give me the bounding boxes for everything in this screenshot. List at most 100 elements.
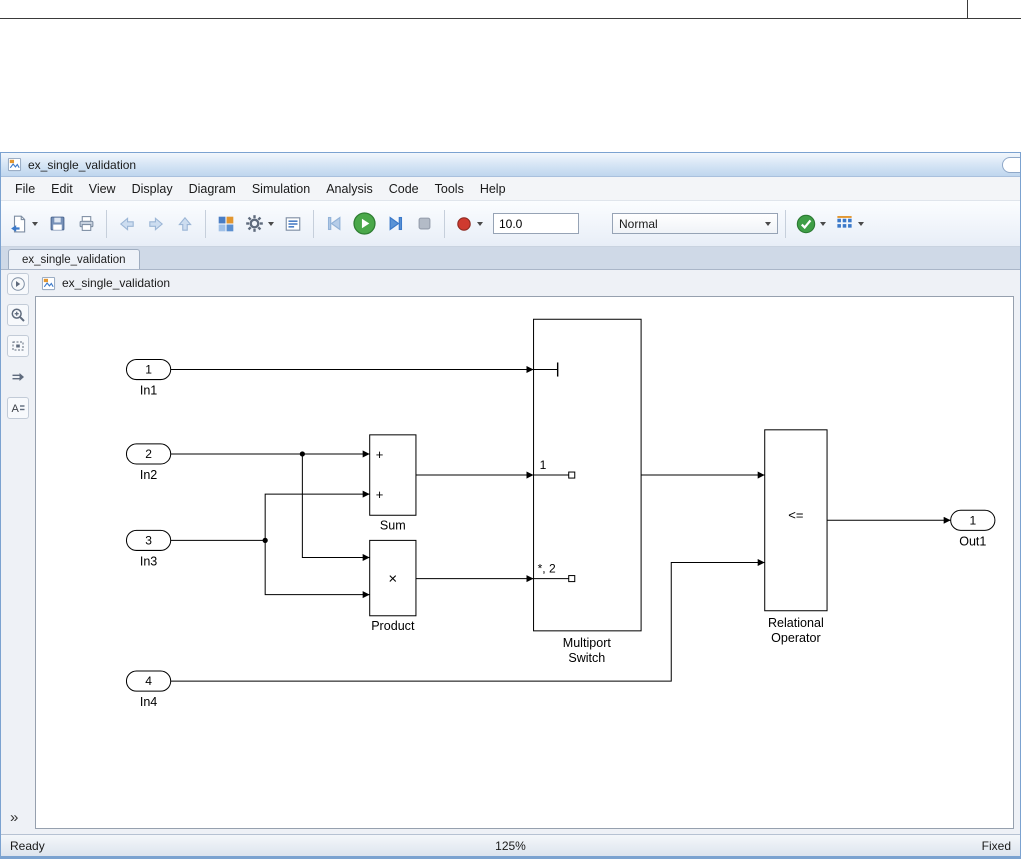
block-label: Out1 — [959, 534, 986, 548]
run-button[interactable] — [350, 208, 379, 240]
show-perspectives-button[interactable] — [7, 366, 29, 388]
simulation-mode-dropdown[interactable]: Normal — [612, 213, 778, 234]
back-button[interactable] — [114, 208, 140, 240]
block-product[interactable]: × Product — [369, 539, 417, 633]
status-bar: Ready 125% Fixed — [1, 834, 1020, 856]
svg-text:2: 2 — [145, 447, 152, 461]
block-label: Multiport — [563, 636, 612, 650]
block-label: Sum — [380, 518, 406, 532]
block-in1[interactable]: 1 In1 — [125, 358, 172, 398]
wire-in4-to-relop[interactable] — [170, 558, 765, 682]
svg-text:+: + — [376, 487, 384, 502]
status-zoom-level: 125% — [495, 838, 526, 853]
library-browser-button[interactable] — [213, 208, 239, 240]
forward-button[interactable] — [143, 208, 169, 240]
block-sum[interactable]: + + Sum — [369, 434, 417, 532]
menu-code[interactable]: Code — [381, 179, 427, 199]
port-marker — [568, 575, 576, 583]
branch-dot — [299, 451, 305, 457]
toolbar-separator — [205, 209, 206, 238]
step-back-button[interactable] — [321, 208, 347, 240]
toolbar: Normal — [1, 201, 1020, 247]
block-in3[interactable]: 3 In3 — [125, 529, 172, 569]
block-label: In3 — [140, 555, 157, 569]
workspace: A » ex_single_validation 1 In1 2 In2 3 I… — [1, 270, 1020, 834]
model-settings-button[interactable] — [242, 208, 277, 240]
model-explorer-icon — [285, 216, 301, 231]
save-button[interactable] — [44, 208, 70, 240]
wire-in2-branch-to-product[interactable] — [301, 453, 370, 561]
svg-text:<=: <= — [788, 507, 803, 522]
new-model-button[interactable] — [7, 208, 41, 240]
wire-in3-to-sum[interactable] — [264, 490, 370, 541]
up-to-parent-button[interactable] — [172, 208, 198, 240]
run-icon — [353, 212, 376, 235]
simulation-mode-value: Normal — [619, 216, 658, 231]
block-label: Product — [371, 619, 415, 633]
model-advisor-button[interactable] — [793, 208, 829, 240]
window-title: ex_single_validation — [28, 157, 137, 172]
simulation-stop-time-input[interactable] — [493, 213, 579, 234]
record-icon — [457, 216, 471, 231]
zoom-button[interactable] — [7, 304, 29, 326]
block-label: Relational — [768, 616, 824, 630]
block-label: In1 — [140, 384, 157, 398]
save-icon — [50, 216, 64, 231]
block-out1[interactable]: 1 Out1 — [950, 509, 996, 548]
page-border-rule — [0, 18, 1021, 19]
block-relational-operator[interactable]: <= Relational Operator — [764, 429, 828, 645]
menu-view[interactable]: View — [81, 179, 124, 199]
library-browser-icon — [218, 216, 234, 231]
block-diagram: 1 In1 2 In2 3 In3 4 In4 + + Sum × Produc… — [125, 318, 996, 709]
model-file-icon — [7, 157, 22, 172]
menu-analysis[interactable]: Analysis — [318, 179, 381, 199]
breadcrumb[interactable]: ex_single_validation — [35, 270, 1014, 296]
simulink-window: ex_single_validation File Edit View Disp… — [0, 152, 1021, 859]
svg-text:1: 1 — [145, 363, 152, 377]
new-model-icon — [11, 215, 26, 232]
block-in2[interactable]: 2 In2 — [125, 443, 172, 482]
block-label: Switch — [568, 651, 605, 665]
menu-tools[interactable]: Tools — [427, 179, 472, 199]
menu-simulation[interactable]: Simulation — [244, 179, 318, 199]
chevron-down-icon — [858, 221, 864, 226]
svg-text:3: 3 — [145, 533, 152, 547]
block-multiport-switch[interactable]: 1 *, 2 Multiport Switch — [533, 318, 642, 665]
stop-button[interactable] — [411, 208, 437, 240]
menu-diagram[interactable]: Diagram — [181, 179, 244, 199]
page: ex_single_validation File Edit View Disp… — [0, 0, 1021, 859]
double-arrow-right-icon — [12, 373, 24, 381]
svg-text:1: 1 — [540, 458, 547, 472]
block-label: Operator — [771, 631, 821, 645]
print-icon — [79, 216, 93, 231]
green-check-icon — [796, 214, 816, 233]
tab-ex-single-validation[interactable]: ex_single_validation — [8, 249, 140, 269]
model-explorer-button[interactable] — [280, 208, 306, 240]
menu-display[interactable]: Display — [124, 179, 181, 199]
svg-text:1: 1 — [969, 513, 976, 527]
step-forward-icon — [389, 216, 402, 231]
content-area: ex_single_validation 1 In1 2 In2 3 In3 4… — [35, 270, 1020, 834]
tab-bar: ex_single_validation — [1, 247, 1020, 270]
annotation-button[interactable]: A — [7, 397, 29, 419]
menu-help[interactable]: Help — [472, 179, 514, 199]
svg-text:4: 4 — [145, 674, 152, 688]
block-in4[interactable]: 4 In4 — [125, 670, 172, 709]
menu-edit[interactable]: Edit — [43, 179, 81, 199]
menu-bar: File Edit View Display Diagram Simulatio… — [1, 177, 1020, 201]
print-button[interactable] — [73, 208, 99, 240]
record-button[interactable] — [452, 208, 486, 240]
toolbar-separator — [106, 209, 107, 238]
diagram-canvas[interactable]: 1 In1 2 In2 3 In3 4 In4 + + Sum × Produc… — [35, 296, 1014, 829]
menu-file[interactable]: File — [7, 179, 43, 199]
back-arrow-icon — [119, 216, 134, 231]
build-button[interactable] — [832, 208, 867, 240]
hide-model-browser-button[interactable] — [7, 273, 29, 295]
titlebar-search-box[interactable] — [1002, 157, 1020, 173]
fit-to-view-button[interactable] — [7, 335, 29, 357]
up-arrow-icon — [178, 216, 192, 231]
step-forward-button[interactable] — [382, 208, 408, 240]
palette-expand-chevrons[interactable]: » — [10, 809, 18, 826]
tab-label: ex_single_validation — [22, 253, 126, 266]
wire-in3-to-product[interactable] — [264, 540, 370, 599]
